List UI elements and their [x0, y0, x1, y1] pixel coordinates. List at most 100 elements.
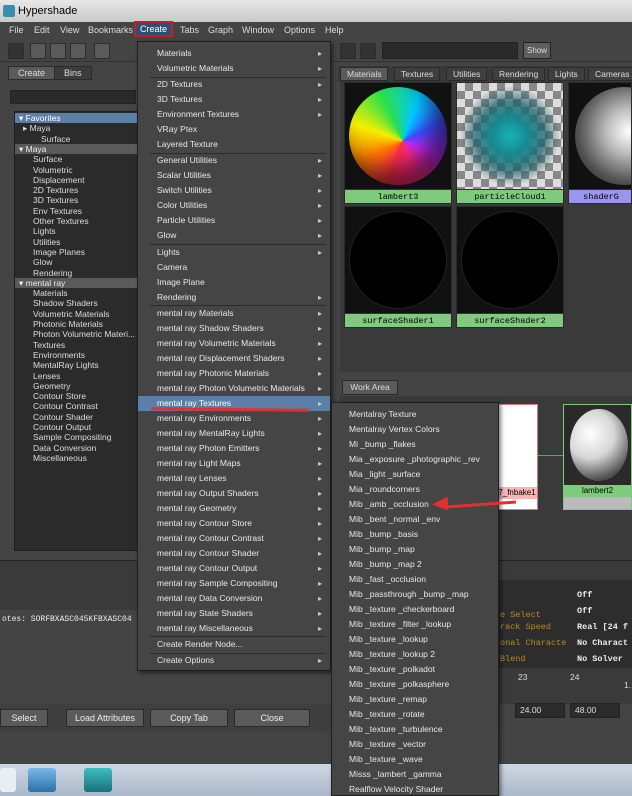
create-menu-item[interactable]: mental ray Contour Store ▸ — [138, 516, 330, 531]
create-menu-item[interactable]: Create Options ▸ — [138, 653, 330, 668]
tree-item[interactable]: Textures — [15, 340, 139, 350]
create-menu-item[interactable]: mental ray Lenses ▸ — [138, 471, 330, 486]
texture-menu-item[interactable]: Realflow Velocity Shader — [332, 782, 498, 796]
create-menu-item[interactable]: mental ray Environments ▸ — [138, 411, 330, 426]
swatch-shaderg[interactable]: shaderG — [568, 82, 632, 204]
menu-view[interactable]: View — [60, 25, 79, 35]
create-menu-item[interactable]: General Utilities ▸ — [138, 153, 330, 168]
create-menu-item[interactable]: Color Utilities ▸ — [138, 198, 330, 213]
tab-bins[interactable]: Bins — [54, 66, 92, 80]
create-menu-item[interactable]: mental ray Photon Volumetric Materials ▸ — [138, 381, 330, 396]
tree-item[interactable]: Materials — [15, 288, 139, 298]
tree-item[interactable]: 3D Textures — [15, 195, 139, 205]
tree-item[interactable]: Miscellaneous — [15, 453, 139, 463]
create-menu-item[interactable]: Create Render Node... — [138, 637, 330, 652]
tree-item[interactable]: MentalRay Lights — [15, 360, 139, 370]
create-menu-item[interactable]: Glow ▸ — [138, 228, 330, 243]
tree-item[interactable]: Photon Volumetric Materi... — [15, 329, 139, 339]
tree-item[interactable]: Other Textures — [15, 216, 139, 226]
tree-item[interactable]: ▸ Maya — [15, 123, 139, 133]
menu-bookmarks[interactable]: Bookmarks — [88, 25, 133, 35]
texture-menu-item[interactable]: Mib _texture _rotate — [332, 707, 498, 722]
create-menu-item[interactable]: mental ray Displacement Shaders ▸ — [138, 351, 330, 366]
texture-menu-item[interactable]: Mentalray Vertex Colors — [332, 422, 498, 437]
node-fnbake[interactable]: 7_fnbake1 — [496, 404, 538, 510]
texture-menu-item[interactable]: Mib _texture _wave — [332, 752, 498, 767]
close-button[interactable]: Close — [234, 709, 310, 727]
create-menu-item[interactable]: mental ray MentalRay Lights ▸ — [138, 426, 330, 441]
node-ports[interactable] — [564, 497, 631, 509]
create-menu-item[interactable]: 2D Textures ▸ — [138, 77, 330, 92]
texture-menu-item[interactable]: Mib _fast _occlusion — [332, 572, 498, 587]
texture-menu-item[interactable]: Mi _bump _flakes — [332, 437, 498, 452]
tree-item[interactable]: Contour Output — [15, 422, 139, 432]
create-menu-item[interactable]: mental ray Shadow Shaders ▸ — [138, 321, 330, 336]
texture-menu-item[interactable]: Mib _texture _remap — [332, 692, 498, 707]
tree-item[interactable]: Surface — [15, 134, 139, 144]
tree-item[interactable]: Lights — [15, 226, 139, 236]
menu-tabs[interactable]: Tabs — [180, 25, 199, 35]
tree-item[interactable]: Sample Compositing — [15, 432, 139, 442]
tree-item[interactable]: Lenses — [15, 371, 139, 381]
graph-icon[interactable] — [94, 43, 110, 59]
create-menu-item[interactable]: mental ray Geometry ▸ — [138, 501, 330, 516]
tab-lights[interactable]: Lights — [548, 67, 585, 81]
bottom-tabs-icon[interactable] — [50, 43, 66, 59]
filter-field[interactable] — [382, 42, 518, 59]
texture-menu-item[interactable]: Mib _bump _map 2 — [332, 557, 498, 572]
tree-item[interactable]: Env Textures — [15, 206, 139, 216]
create-menu-item[interactable]: mental ray Data Conversion ▸ — [138, 591, 330, 606]
tree-item[interactable]: Displacement — [15, 175, 139, 185]
tree-item[interactable]: Surface — [15, 154, 139, 164]
tree-item[interactable]: Image Planes — [15, 247, 139, 257]
tree-item[interactable]: ▾ Maya — [15, 143, 139, 155]
texture-menu-item[interactable]: Mib _passthrough _bump _map — [332, 587, 498, 602]
create-menu-item[interactable]: mental ray Sample Compositing ▸ — [138, 576, 330, 591]
show-button[interactable]: Show — [523, 42, 551, 59]
split-tabs-icon[interactable] — [70, 43, 86, 59]
image-viewer-icon[interactable] — [28, 768, 56, 792]
tab-rendering[interactable]: Rendering — [492, 67, 546, 81]
create-menu-item[interactable]: mental ray Materials ▸ — [138, 306, 330, 321]
create-menu-item[interactable]: mental ray State Shaders ▸ — [138, 606, 330, 621]
create-menu-item[interactable]: Switch Utilities ▸ — [138, 183, 330, 198]
create-menu-item[interactable]: mental ray Photon Emitters ▸ — [138, 441, 330, 456]
tree-item[interactable]: ▾ Favorites — [15, 113, 139, 124]
create-menu-item[interactable]: Layered Texture — [138, 137, 330, 152]
texture-menu-item[interactable]: Mia _roundcorners — [332, 482, 498, 497]
texture-menu-item[interactable]: Mentalray Texture — [332, 407, 498, 422]
rearrange-icon[interactable] — [360, 43, 376, 59]
texture-menu-item[interactable]: Mib _texture _checkerboard — [332, 602, 498, 617]
tree-item[interactable]: Volumetric — [15, 165, 139, 175]
texture-menu-item[interactable]: Mib _texture _polkasphere — [332, 677, 498, 692]
tree-item[interactable]: Data Conversion — [15, 443, 139, 453]
tree-item[interactable]: Geometry — [15, 381, 139, 391]
create-menu-item[interactable]: mental ray Light Maps ▸ — [138, 456, 330, 471]
menu-edit[interactable]: Edit — [34, 25, 50, 35]
menu-create[interactable]: Create — [133, 21, 174, 37]
tree-item[interactable]: 2D Textures — [15, 185, 139, 195]
menu-help[interactable]: Help — [325, 25, 344, 35]
menu-options[interactable]: Options — [284, 25, 315, 35]
texture-menu-item[interactable]: Mib _texture _lookup — [332, 632, 498, 647]
texture-menu-item[interactable]: Mia _exposure _photographic _rev — [332, 452, 498, 467]
texture-menu-item[interactable]: Mib _texture _vector — [332, 737, 498, 752]
create-menu-item[interactable]: mental ray Contour Contrast ▸ — [138, 531, 330, 546]
tree-item[interactable]: ▾ mental ray — [15, 277, 139, 289]
texture-menu-item[interactable]: Mib _texture _polkadot — [332, 662, 498, 677]
tree-item[interactable]: Shadow Shaders — [15, 298, 139, 308]
node-lambert2[interactable]: lambert2 — [563, 404, 632, 510]
texture-menu-item[interactable]: Mib _bump _basis — [332, 527, 498, 542]
create-menu-item[interactable]: Camera — [138, 260, 330, 275]
create-filter-input[interactable] — [10, 90, 136, 104]
create-menu-item[interactable]: mental ray Contour Output ▸ — [138, 561, 330, 576]
create-menu-item[interactable]: mental ray Output Shaders ▸ — [138, 486, 330, 501]
swatch-surfaceshader1[interactable]: surfaceShader1 — [344, 206, 452, 328]
create-menu-item[interactable]: Environment Textures ▸ — [138, 107, 330, 122]
texture-menu-item[interactable]: Mia _light _surface — [332, 467, 498, 482]
create-menu-item[interactable]: mental ray Miscellaneous ▸ — [138, 621, 330, 636]
texture-menu-item[interactable]: Mib _texture _turbulence — [332, 722, 498, 737]
create-menu-item[interactable]: Rendering ▸ — [138, 290, 330, 305]
top-tabs-icon[interactable] — [30, 43, 46, 59]
create-menu-item[interactable]: 3D Textures ▸ — [138, 92, 330, 107]
